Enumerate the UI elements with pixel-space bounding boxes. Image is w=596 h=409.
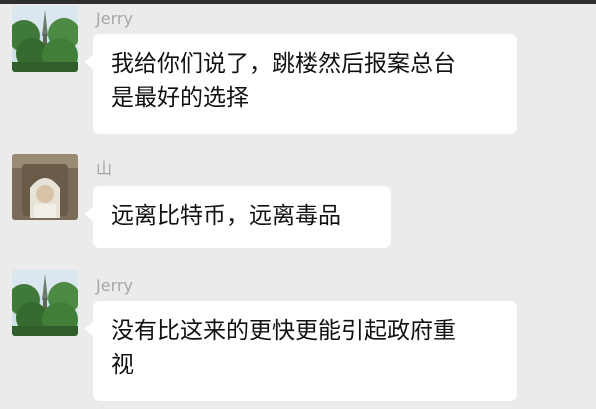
message-bubble[interactable]: 没有比这来的更快更能引起政府重 视 (84, 301, 517, 401)
message-bubble[interactable]: 远离比特币，远离毒品 (84, 186, 391, 248)
message-text-line: 是最好的选择 (111, 85, 249, 111)
park-tree-avatar-icon[interactable] (12, 6, 78, 72)
top-bar (0, 0, 596, 4)
message-text-line: 视 (111, 352, 134, 378)
park-tree-avatar-icon[interactable] (12, 270, 78, 336)
portrait-avatar-icon[interactable] (12, 154, 78, 220)
message-text-line: 我给你们说了，跳楼然后报案总台 (111, 51, 456, 77)
message-text-line: 没有比这来的更快更能引起政府重 (111, 318, 456, 344)
message-bubble[interactable]: 我给你们说了，跳楼然后报案总台 是最好的选择 (84, 34, 517, 134)
message-text-line: 远离比特币，远离毒品 (111, 203, 341, 229)
sender-name: Jerry (96, 276, 133, 295)
sender-name: 山 (96, 159, 113, 178)
sender-name: Jerry (96, 9, 133, 28)
